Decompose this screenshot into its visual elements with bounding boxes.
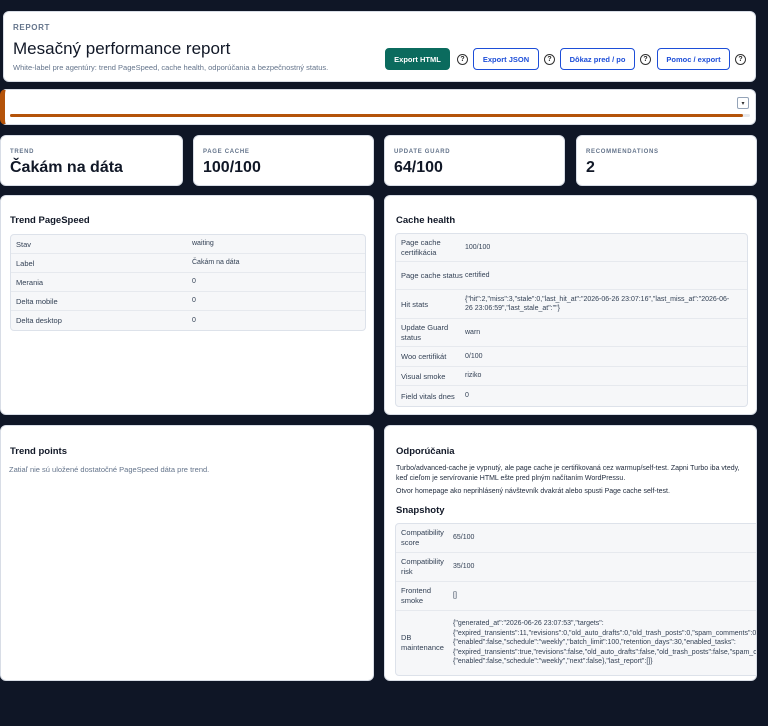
- stat-label: PAGE CACHE: [203, 149, 250, 155]
- stat-card-recommendations: RECOMMENDATIONS 2: [576, 135, 757, 186]
- stat-label: RECOMMENDATIONS: [586, 149, 659, 155]
- table-row: Merania 0: [11, 273, 365, 292]
- table-row: Page cache certifikácia 100/100: [396, 234, 747, 262]
- stat-value: 2: [586, 159, 595, 176]
- stat-label: TREND: [10, 149, 35, 155]
- progress-bar: [10, 114, 743, 117]
- empty-state-text: Zatiaľ nie sú uložené dostatočné PageSpe…: [9, 465, 210, 474]
- stat-card-update-guard: UPDATE GUARD 64/100: [384, 135, 565, 186]
- recommendations-panel: Odporúčania Turbo/advanced-cache je vypn…: [384, 425, 757, 681]
- progress-track: [10, 114, 750, 117]
- table-row: Visual smoke riziko: [396, 367, 747, 386]
- report-header: REPORT Mesačný performance report White-…: [3, 11, 756, 82]
- panel-title: Trend points: [10, 446, 67, 457]
- stat-value: 64/100: [394, 159, 443, 176]
- help-icon[interactable]: ?: [735, 54, 746, 65]
- trend-pagespeed-table: Stav waiting Label Čakám na dáta Merania 0 …: [10, 234, 366, 331]
- proof-before-after-button[interactable]: Dôkaz pred / po: [560, 48, 635, 70]
- page-title: Mesačný performance report: [13, 39, 231, 58]
- table-row: Field vitals dnes 0: [401, 391, 469, 401]
- table-row: Stav waiting: [11, 235, 365, 254]
- snapshots-table: Compatibility score 65/100 Compatibility …: [395, 523, 757, 676]
- help-icon[interactable]: ?: [544, 54, 555, 65]
- stat-card-page-cache: PAGE CACHE 100/100: [193, 135, 374, 186]
- table-row: Compatibility risk 35/100: [396, 553, 756, 582]
- table-row: Hit stats {"hit":2,"miss":3,"stale":0,"la…: [396, 290, 747, 319]
- table-row: DB maintenance {"generated_at":"2026-06-2…: [401, 620, 757, 666]
- stat-label: UPDATE GUARD: [394, 149, 451, 155]
- stat-value: Čakám na dáta: [10, 159, 123, 176]
- table-row: Delta mobile 0: [11, 292, 365, 311]
- help-icon[interactable]: ?: [457, 54, 468, 65]
- export-html-button[interactable]: Export HTML: [385, 48, 450, 70]
- table-row: Label Čakám na dáta: [11, 254, 365, 273]
- help-export-button[interactable]: Pomoc / export: [657, 48, 730, 70]
- chevron-down-icon[interactable]: ▾: [737, 97, 749, 109]
- snapshots-title: Snapshoty: [396, 505, 445, 516]
- table-row: Frontend smoke[]: [396, 582, 756, 611]
- trend-points-panel: Trend points: [0, 425, 374, 681]
- recommendation-item: Turbo/advanced-cache je vypnutý, ale pag…: [396, 465, 740, 483]
- table-row: Compatibility score 65/100: [396, 524, 756, 553]
- panel-title: Trend PageSpeed: [10, 215, 90, 226]
- page-subtitle: White-label pre agentúry: trend PageSpee…: [13, 63, 329, 72]
- table-row: Delta desktop 0: [16, 316, 196, 325]
- trend-pagespeed-panel: Trend PageSpeed Stav waiting Label Čakám n…: [0, 195, 374, 415]
- table-row: Update Guard status warn: [396, 319, 747, 347]
- stat-value: 100/100: [203, 159, 261, 176]
- stat-card-trend: TREND Čakám na dáta: [0, 135, 183, 186]
- export-json-button[interactable]: Export JSON: [473, 48, 539, 70]
- help-icon[interactable]: ?: [640, 54, 651, 65]
- cache-health-table: Page cache certifikácia 100/100 Page cach…: [395, 233, 748, 407]
- recommendation-item: Otvor homepage ako neprihlásený návštevn…: [396, 488, 670, 495]
- cache-health-panel: Cache health Page cache certifikácia 100/…: [384, 195, 757, 415]
- panel-title: Odporúčania: [396, 446, 455, 457]
- table-row: Woo certifikát 0/100: [396, 347, 747, 367]
- panel-title: Cache health: [396, 215, 456, 226]
- report-eyebrow: REPORT: [13, 23, 50, 32]
- table-row: Page cache status certified: [396, 262, 747, 290]
- progress-card: ▾: [0, 89, 756, 125]
